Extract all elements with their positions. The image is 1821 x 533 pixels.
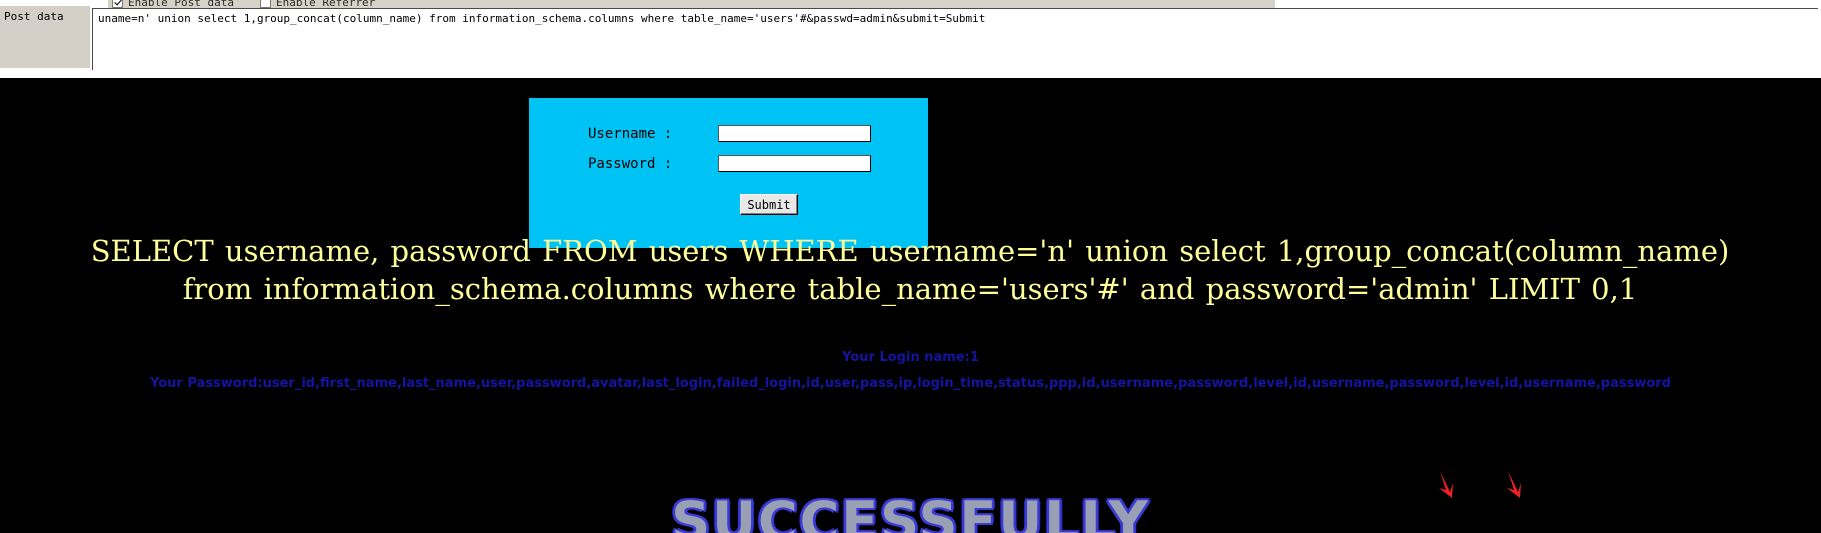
password-input[interactable]: [718, 155, 871, 172]
success-banner: SUCCESSFULLY: [671, 490, 1150, 533]
login-name-result: Your Login name:1: [842, 350, 979, 365]
post-data-label: Post data: [0, 6, 90, 68]
checkbox-icon[interactable]: [112, 0, 123, 8]
enable-post-data-label: Enable Post data: [128, 0, 234, 8]
submit-button[interactable]: Submit: [740, 194, 798, 215]
username-row: Username :: [588, 125, 871, 142]
enable-post-data-checkbox[interactable]: Enable Post data: [112, 0, 234, 8]
hackbar-tool-panel: Enable Post data Enable Referrer Post da…: [0, 0, 1821, 80]
username-input[interactable]: [718, 125, 871, 142]
checkbox-icon[interactable]: [259, 0, 271, 8]
password-dump-result: Your Password:user_id,first_name,last_na…: [150, 376, 1671, 391]
password-row: Password :: [588, 155, 871, 172]
sql-query-output: SELECT username, password FROM users WHE…: [55, 232, 1765, 308]
login-form-card: Username : Password : Submit: [529, 98, 928, 248]
page-content: Username : Password : Submit SELECT user…: [0, 80, 1821, 533]
tool-options-row: Enable Post data Enable Referrer: [108, 0, 1276, 8]
post-data-value[interactable]: uname=n' union select 1,group_concat(col…: [98, 12, 1814, 25]
password-label: Password :: [588, 155, 673, 172]
sql-query-line-2: information_schema.columns where table_n…: [263, 272, 1638, 306]
username-label: Username :: [588, 125, 673, 142]
enable-referrer-checkbox[interactable]: Enable Referrer: [259, 0, 376, 8]
enable-referrer-label: Enable Referrer: [275, 0, 376, 8]
post-data-field[interactable]: uname=n' union select 1,group_concat(col…: [92, 8, 1818, 70]
